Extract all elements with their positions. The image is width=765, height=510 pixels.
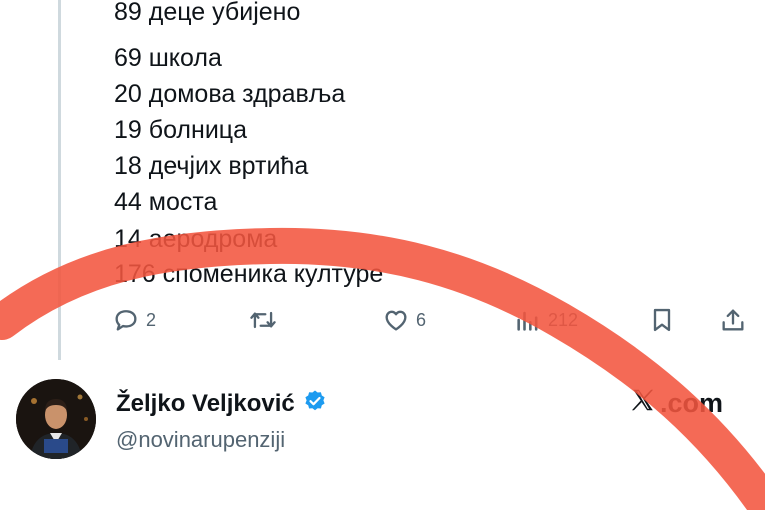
tweet-text-line: 14 аеродрома	[114, 225, 278, 253]
tweet-text-line: 176 споменика културе	[114, 260, 384, 288]
tweet-text-line: 44 моста	[114, 188, 218, 216]
like-button[interactable]: 6	[382, 306, 426, 334]
x-brand-label: .com	[660, 388, 724, 418]
tweet-action-bar: 2 6 212	[0, 300, 765, 340]
share-icon	[719, 306, 747, 334]
views-icon	[514, 306, 542, 334]
reply-icon	[112, 306, 140, 334]
share-button[interactable]	[719, 306, 747, 334]
tweet-text-line: 20 домова здравља	[114, 80, 346, 108]
bookmark-icon	[648, 306, 676, 334]
reply-button[interactable]: 2	[112, 306, 156, 334]
tweet-text-line: 89 деце убијено	[114, 0, 301, 26]
view-count: 212	[548, 309, 579, 330]
avatar[interactable]	[16, 379, 96, 459]
reply-count: 2	[146, 309, 157, 330]
views-button[interactable]: 212	[514, 306, 578, 334]
tweet-text-line: 18 дечјих вртића	[114, 152, 309, 180]
x-brand-watermark: .com	[630, 387, 723, 420]
author-handle[interactable]: @novinarupenziji	[116, 427, 285, 453]
author-name-row: Željko Veljković	[116, 389, 327, 418]
x-logo-icon	[630, 387, 656, 420]
tweet-text-line: 19 болница	[114, 116, 248, 144]
retweet-button[interactable]	[248, 306, 278, 334]
like-count: 6	[416, 309, 427, 330]
verified-badge-icon	[303, 389, 327, 418]
tweet-text-line: 69 школа	[114, 44, 222, 72]
author-name[interactable]: Željko Veljković	[116, 390, 295, 418]
retweet-icon	[248, 306, 278, 334]
bookmark-button[interactable]	[648, 306, 676, 334]
like-icon	[382, 306, 410, 334]
author-card: Željko Veljković @novinarupenziji .com	[12, 375, 752, 465]
